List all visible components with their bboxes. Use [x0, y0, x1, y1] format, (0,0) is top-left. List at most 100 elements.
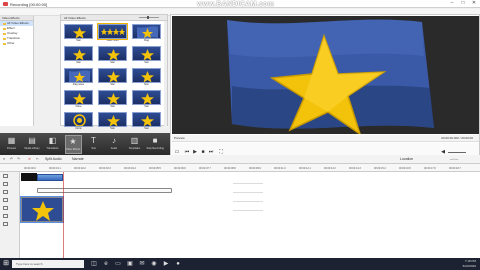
zoom-slider-icon[interactable]: —◦—	[450, 157, 458, 161]
toolbar-preview-button[interactable]: ▦ Preview	[3, 135, 20, 154]
preview-panel: Preview 00:00:00.000 / 00:00:00 ▭ ⏮ ▶ ■ …	[170, 14, 480, 160]
toolbar-audio-button[interactable]: ♪ Audio	[106, 135, 123, 154]
effect-thumbnail[interactable]: Star	[132, 90, 161, 109]
toolbar-video-effects-button[interactable]: ★ Video Effects	[64, 135, 82, 154]
task-view-icon[interactable]: ◫	[90, 260, 98, 268]
windows-start-icon[interactable]: ⊞	[2, 260, 10, 268]
bandicam-icon[interactable]: ●	[174, 260, 182, 268]
location-button[interactable]: Location	[400, 157, 413, 161]
effect-thumbnail[interactable]: Star	[64, 24, 93, 43]
folder-icon	[3, 32, 6, 35]
chrome-icon[interactable]: ◉	[150, 260, 158, 268]
tray-date: 5/20/2020	[462, 264, 476, 268]
thumbnail-image	[98, 112, 127, 127]
image-track-icon[interactable]	[3, 174, 8, 178]
effect-thumbnail[interactable]: Flare	[64, 90, 93, 109]
timeline-clip-effect[interactable]	[20, 196, 64, 223]
toolbar-label: Text	[91, 147, 96, 150]
toolbar-media-button[interactable]: ▤ Media Library	[24, 135, 41, 154]
effect-track-icon[interactable]	[3, 190, 8, 194]
placeholder-line	[233, 192, 263, 193]
thumbnail-size-slider[interactable]	[139, 17, 159, 18]
narration-track-icon[interactable]	[3, 222, 8, 226]
effect-thumbnail[interactable]: Star	[132, 112, 161, 131]
toolbar-label: Audio	[110, 147, 118, 150]
effect-thumbnail[interactable]: Spin	[132, 68, 161, 87]
edit-menu-icon[interactable]: ≡	[3, 157, 5, 161]
ruler-tick-label: 00:00:06.6	[174, 167, 186, 170]
toolbar-label: Preview	[7, 147, 16, 150]
close-button[interactable]: ✕	[470, 1, 478, 6]
cut-icon[interactable]: ✂	[36, 157, 39, 161]
playhead[interactable]	[63, 172, 64, 258]
toolbar-label: Stop Recording	[146, 147, 164, 150]
redo-icon[interactable]: ↷	[17, 157, 20, 161]
effect-thumbnail[interactable]: Flag wave	[64, 68, 93, 87]
mail-icon[interactable]: ✉	[138, 260, 146, 268]
gallery-scrollbar[interactable]	[164, 21, 167, 126]
thumbnail-caption: Star	[76, 61, 81, 64]
timeline-clip-audio[interactable]	[37, 188, 172, 193]
effect-thumbnail[interactable]: Star	[64, 46, 93, 65]
folder-icon[interactable]: ▭	[114, 260, 122, 268]
effect-thumbnail[interactable]: Flag	[132, 24, 161, 43]
toolbar-transitions-button[interactable]: ◧ Transitions	[44, 135, 61, 154]
thumbnail-grid: Star Stars multi Flag Star Star Star Flag wave…	[64, 23, 166, 131]
timeline-clip-black[interactable]	[21, 173, 37, 181]
slider-handle[interactable]	[147, 16, 149, 19]
taskbar-search-input[interactable]: Type here to search	[12, 260, 84, 268]
app-icon	[3, 2, 8, 6]
preview-image	[172, 16, 479, 134]
timeline-clip-image[interactable]	[37, 174, 63, 181]
window-title: Recording [00:00:00]	[10, 2, 48, 7]
delete-icon[interactable]: ✕	[28, 157, 31, 161]
undo-icon[interactable]: ↶	[10, 157, 13, 161]
text-track-icon[interactable]	[3, 198, 8, 202]
effect-thumbnail[interactable]: Star	[98, 68, 127, 87]
media-icon: ▤	[28, 136, 36, 145]
toolbar-stop-button[interactable]: ■ Stop Recording	[147, 135, 164, 154]
toolbar-templates-button[interactable]: ▥ Templates	[126, 135, 143, 154]
minimize-button[interactable]: –	[448, 1, 456, 6]
effect-thumbnail[interactable]: Circle	[64, 112, 93, 131]
thumbnail-caption: Flag	[144, 39, 149, 42]
video-editor-icon[interactable]: ▶	[162, 260, 170, 268]
music-track-icon[interactable]	[3, 214, 8, 218]
effect-thumbnail[interactable]: Star	[98, 112, 127, 131]
volume-slider[interactable]	[448, 152, 466, 153]
effect-thumbnail[interactable]: Star	[98, 90, 127, 109]
audio-icon: ♪	[112, 136, 116, 145]
app-window: Recording [00:00:00] www.BANDICAM.com – …	[0, 0, 480, 270]
split-audio-button[interactable]: Split Audio	[45, 157, 62, 161]
toolbar-label: Video Effects	[65, 148, 81, 151]
audio-track-icon[interactable]	[3, 206, 8, 210]
ruler-tick-label: 00:00:18.7	[449, 167, 461, 170]
toolbar-text-button[interactable]: T Text	[85, 135, 102, 154]
effect-thumbnail[interactable]: Star	[132, 46, 161, 65]
category-item-other[interactable]: Other	[0, 41, 33, 46]
store-icon[interactable]: ▣	[126, 260, 134, 268]
thumbnail-caption: Flag wave	[72, 83, 85, 86]
os-taskbar: ⊞ Type here to search ◫ e ▭ ▣ ✉ ◉ ▶ ● 7:…	[0, 258, 480, 270]
text-icon: T	[91, 136, 96, 145]
thumbnail-image	[132, 46, 161, 61]
window-controls: – □ ✕	[448, 1, 478, 6]
gallery-title: All Video Effects	[64, 16, 86, 20]
effect-thumbnail[interactable]: Star	[98, 46, 127, 65]
thumbnail-caption: Star	[110, 61, 115, 64]
thumbnail-image	[98, 68, 127, 83]
narrate-button[interactable]: Narrate	[72, 157, 84, 161]
timeline-ruler[interactable]: 00:00:00.0 00:00:01.1 00:00:02.2 00:00:03.3…	[0, 164, 480, 172]
edge-icon[interactable]: e	[102, 260, 110, 268]
placeholder-line	[233, 210, 263, 211]
preview-canvas	[172, 16, 479, 134]
clip-thumbnail	[22, 198, 62, 221]
folder-icon	[3, 22, 6, 25]
thumbnail-image	[64, 112, 93, 127]
video-track-icon[interactable]	[3, 182, 8, 186]
thumbnail-caption: Star	[110, 105, 115, 108]
effects-gallery: All Video Effects Star Stars multi Flag Sta…	[60, 14, 168, 130]
folder-icon	[3, 27, 6, 30]
maximize-button[interactable]: □	[459, 1, 467, 6]
effect-thumbnail[interactable]: Stars multi	[97, 23, 128, 43]
